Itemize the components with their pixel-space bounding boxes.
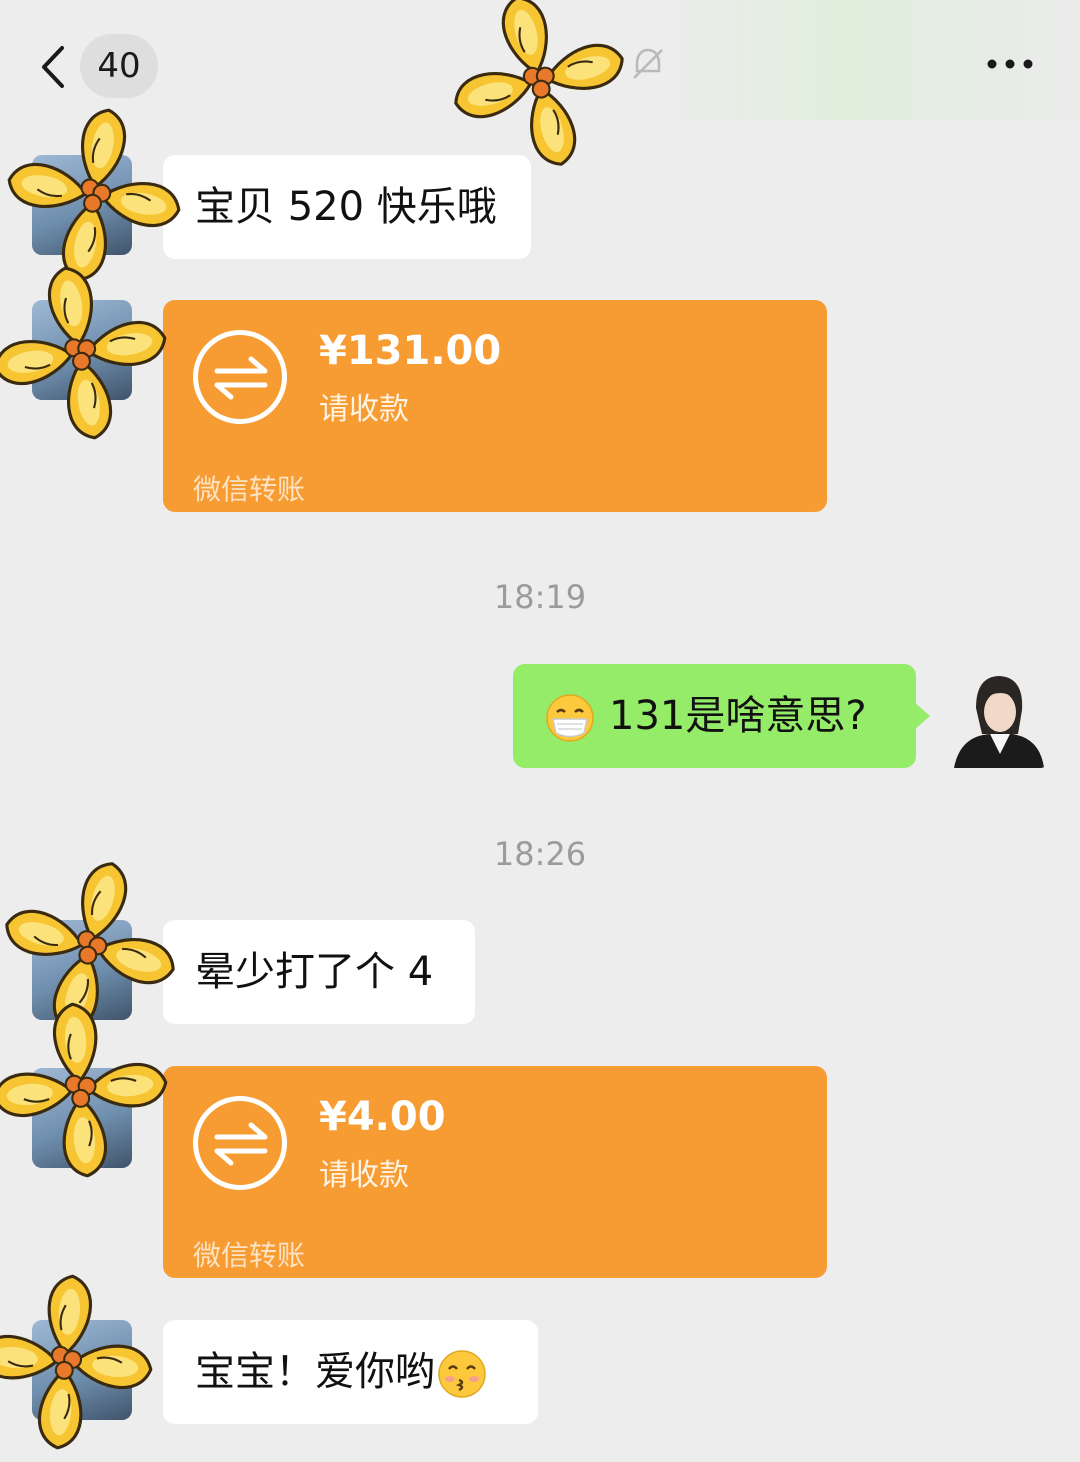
- flower-sticker: [0, 1267, 160, 1457]
- transfer-status: 请收款: [319, 392, 409, 427]
- timestamp: 18:19: [493, 578, 587, 616]
- message-text: 晕少打了个 4: [195, 949, 434, 995]
- transfer-label: 微信转账: [193, 1239, 306, 1272]
- message-text: 宝宝！爱你哟: [195, 1349, 435, 1395]
- transfer-amount: ¥4.00: [319, 1094, 446, 1140]
- more-dots-icon[interactable]: [980, 44, 1040, 84]
- message-bubble-left[interactable]: 宝宝！爱你哟: [163, 1320, 538, 1424]
- mask-face-emoji: [546, 694, 594, 742]
- unread-count-badge: 40: [80, 34, 158, 98]
- flower-sticker: [434, 0, 644, 176]
- flower-sticker: [0, 251, 180, 455]
- transfer-arrows-icon: [193, 1096, 287, 1190]
- message-text: 131是啥意思?: [609, 693, 867, 739]
- chevron-left-icon: [42, 46, 64, 88]
- my-avatar[interactable]: [946, 664, 1050, 768]
- transfer-arrows-icon: [193, 330, 287, 424]
- message-text: 宝贝 520 快乐哦: [195, 184, 497, 230]
- kissing-face-emoji: [438, 1350, 486, 1398]
- transfer-label: 微信转账: [193, 473, 306, 506]
- transfer-card[interactable]: ¥131.00 请收款 微信转账: [163, 300, 827, 512]
- message-bubble-right[interactable]: 131是啥意思?: [513, 664, 930, 768]
- transfer-card[interactable]: ¥4.00 请收款 微信转账: [163, 1066, 827, 1278]
- transfer-amount: ¥131.00: [319, 328, 502, 374]
- transfer-status: 请收款: [319, 1158, 409, 1193]
- message-bubble-left[interactable]: 晕少打了个 4: [163, 920, 475, 1024]
- flower-sticker: [0, 995, 175, 1185]
- back-button[interactable]: 40: [34, 34, 164, 98]
